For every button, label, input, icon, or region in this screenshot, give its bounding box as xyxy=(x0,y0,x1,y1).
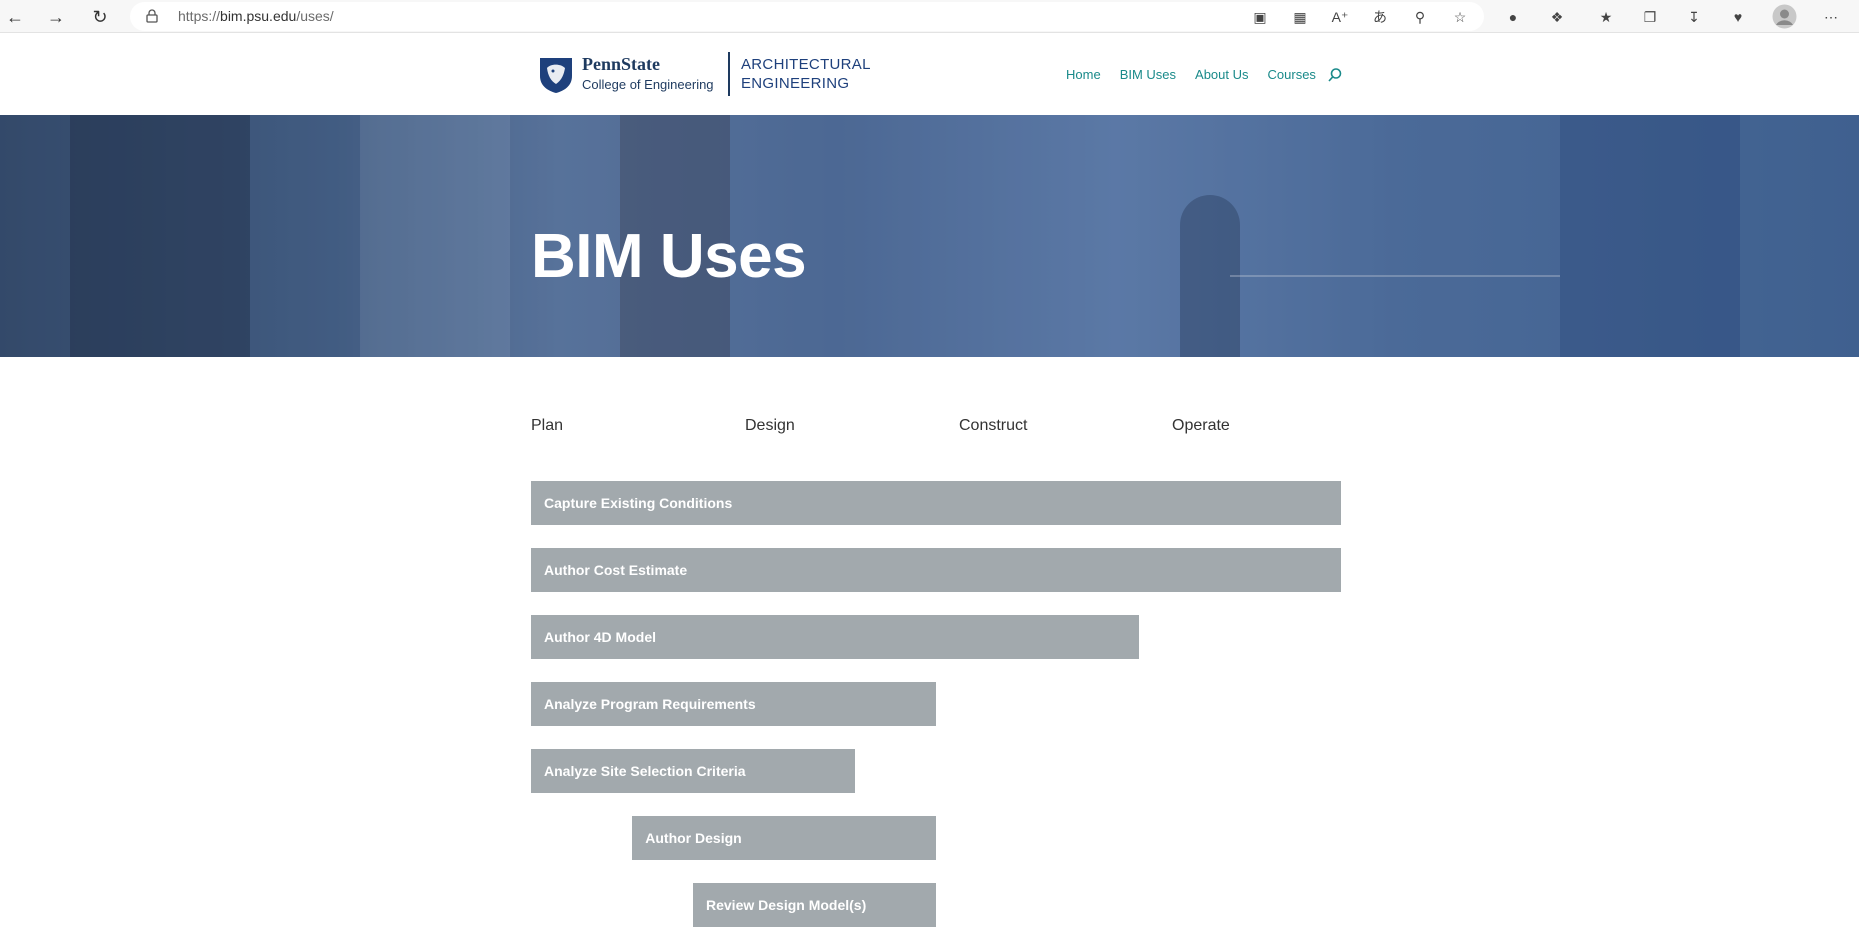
nav-home[interactable]: Home xyxy=(1066,67,1101,87)
search-icon[interactable] xyxy=(1327,67,1343,83)
lock-icon[interactable] xyxy=(146,9,158,23)
phase-design: Design xyxy=(745,417,795,434)
nav-courses[interactable]: Courses xyxy=(1268,67,1316,87)
qr-code-icon[interactable]: ▦ xyxy=(1290,7,1310,27)
bim-use-bar[interactable]: Author Cost Estimate xyxy=(531,548,1341,592)
favorites-icon[interactable]: ★ xyxy=(1596,7,1616,27)
page-title: BIM Uses xyxy=(531,222,807,291)
app-available-icon[interactable]: ▣ xyxy=(1250,7,1270,27)
url-host: bim.psu.edu xyxy=(220,8,297,24)
translate-icon[interactable]: あ xyxy=(1370,7,1390,27)
favorite-star-icon[interactable]: ☆ xyxy=(1450,7,1470,27)
browser-essentials-icon[interactable]: ♥ xyxy=(1728,7,1748,27)
logo-college: College of Engineering xyxy=(582,77,714,92)
phase-operate: Operate xyxy=(1172,417,1230,434)
main-nav: Home BIM Uses About Us Courses xyxy=(1066,67,1335,87)
bim-use-bar[interactable]: Author Design xyxy=(632,816,936,860)
hero-banner: BIM Uses xyxy=(0,115,1859,357)
logo-divider xyxy=(728,52,730,96)
url-scheme: https:// xyxy=(178,8,221,24)
site-header: PennState College of Engineering ARCHITE… xyxy=(0,34,1859,115)
bim-use-bar[interactable]: Analyze Site Selection Criteria xyxy=(531,749,855,793)
nittany-lion-shield-icon xyxy=(540,58,572,93)
phase-construct: Construct xyxy=(959,417,1028,434)
nav-about-us[interactable]: About Us xyxy=(1195,67,1248,87)
phase-plan: Plan xyxy=(531,417,564,434)
url-text[interactable]: https://bim.psu.edu/uses/ xyxy=(178,8,334,24)
browser-toolbar: ← → ↻ https://bim.psu.edu/uses/ ▣ ▦ A⁺ あ… xyxy=(0,0,1859,33)
collections-icon[interactable]: ❐ xyxy=(1640,7,1660,27)
logo-department-line2: ENGINEERING xyxy=(741,75,850,92)
extension-icon[interactable]: ● xyxy=(1503,7,1523,27)
downloads-icon[interactable]: ↧ xyxy=(1684,7,1704,27)
zoom-out-icon[interactable]: ⚲ xyxy=(1410,7,1430,27)
nav-bim-uses[interactable]: BIM Uses xyxy=(1120,67,1176,87)
address-bar[interactable]: https://bim.psu.edu/uses/ xyxy=(130,2,1484,31)
hero-overlay xyxy=(0,115,1859,357)
reload-icon[interactable]: ↻ xyxy=(88,5,112,29)
puzzle-extensions-icon[interactable]: ❖ xyxy=(1547,7,1567,27)
logo-name: PennState xyxy=(582,54,660,74)
bim-use-bar[interactable]: Analyze Program Requirements xyxy=(531,682,936,726)
profile-avatar-icon[interactable] xyxy=(1772,4,1797,29)
bim-use-bar[interactable]: Review Design Model(s) xyxy=(693,883,936,927)
bim-use-bar[interactable]: Author 4D Model xyxy=(531,615,1139,659)
back-icon[interactable]: ← xyxy=(3,5,27,29)
bim-use-bar[interactable]: Capture Existing Conditions xyxy=(531,481,1341,525)
more-menu-icon[interactable]: ⋯ xyxy=(1821,7,1841,27)
read-aloud-icon[interactable]: A⁺ xyxy=(1330,7,1350,27)
url-path: /uses/ xyxy=(296,8,334,24)
logo-department-line1: ARCHITECTURAL xyxy=(741,56,871,73)
site-logo[interactable]: PennState College of Engineering ARCHITE… xyxy=(538,52,871,98)
forward-icon[interactable]: → xyxy=(44,5,68,29)
